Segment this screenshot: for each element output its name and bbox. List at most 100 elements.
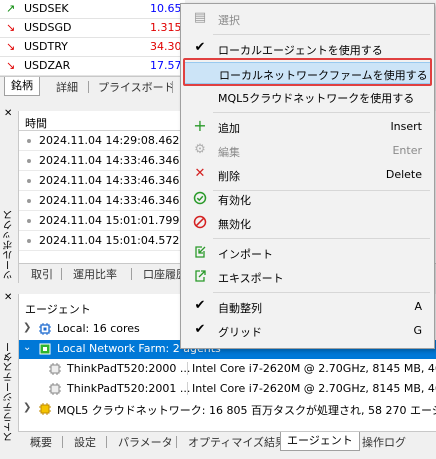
import-icon	[193, 245, 207, 259]
symbol-name: USDSGD	[24, 21, 72, 34]
menu-item-label: インポート	[218, 248, 273, 261]
tab-symbols[interactable]: 銘柄	[4, 77, 40, 96]
symbol-row[interactable]: ↘ USDSGD 1.315	[0, 19, 185, 38]
menu-item-edit[interactable]: ⚙ 編集 Enter	[183, 140, 432, 162]
bullet-icon	[27, 179, 31, 183]
tab-divider	[176, 436, 177, 448]
journal-time: 2024.11.04 14:33:46.346	[39, 174, 180, 187]
menu-item-import[interactable]: インポート	[183, 242, 432, 264]
tab-divider	[131, 268, 132, 280]
tab-price-board[interactable]: プライスボード	[92, 79, 181, 95]
symbol-name: USDZAR	[24, 59, 71, 72]
menu-item-label: 削除	[218, 170, 240, 183]
cpu-icon	[49, 383, 61, 395]
close-icon[interactable]: ✕	[4, 108, 12, 119]
menu-item-grid[interactable]: ✔ グリッド G	[183, 320, 432, 342]
menu-item-use-local-agents[interactable]: ✔ ローカルエージェントを使用する	[183, 38, 432, 60]
shortcut-label: G	[413, 324, 422, 337]
enable-icon	[193, 191, 207, 205]
toolbox-label: ツールボックス	[4, 210, 15, 280]
context-menu: ▤ 選択 ✔ ローカルエージェントを使用する ローカルネットワークファームを使用…	[180, 3, 435, 349]
chevron-down-icon[interactable]: ⌄	[23, 342, 31, 353]
agent-hardware: Intel Core i7-2620M @ 2.70GHz, 8145 MB, …	[187, 382, 436, 395]
down-arrow-icon: ↘	[6, 40, 16, 53]
tab-overview[interactable]: 概要	[24, 434, 58, 450]
select-icon: ▤	[193, 10, 207, 25]
menu-item-add[interactable]: + 追加 Insert	[183, 116, 432, 138]
tab-exposure[interactable]: 運用比率	[67, 266, 123, 282]
tab-details[interactable]: 詳細	[50, 79, 84, 95]
plus-icon: +	[193, 116, 207, 135]
tab-operation-log[interactable]: 操作ログ	[356, 434, 412, 450]
cloud-icon	[39, 403, 51, 415]
bullet-icon	[27, 219, 31, 223]
cpu-icon	[39, 323, 51, 335]
symbol-row[interactable]: ↘ USDZAR 17.57	[0, 57, 185, 76]
tester-tabs: 概要 設定 パラメータ オプティマイズ結果 エージェント 操作ログ	[18, 431, 436, 451]
symbol-price: 1.315	[150, 21, 182, 34]
menu-separator	[213, 238, 430, 239]
agent-row-cloud[interactable]: ❯ MQL5 クラウドネットワーク: 16 805 百万タスクが処理され, 58…	[19, 400, 436, 419]
shortcut-label: A	[414, 300, 422, 313]
farm-icon	[39, 343, 51, 355]
menu-item-label: MQL5クラウドネットワークを使用する	[218, 92, 415, 105]
menu-separator	[213, 292, 430, 293]
tab-divider	[106, 436, 107, 448]
symbol-name: USDSEK	[24, 2, 69, 15]
shortcut-label: Insert	[390, 120, 422, 133]
cpu-icon	[49, 363, 61, 375]
menu-item-label: 編集	[218, 146, 240, 159]
menu-item-label: 有効化	[218, 194, 251, 207]
symbol-row[interactable]: ↗ USDSEK 10.655	[0, 0, 189, 19]
agent-name: ThinkPadT520:2000 ...	[67, 362, 191, 375]
down-arrow-icon: ↘	[6, 59, 16, 72]
menu-item-label: エキスポート	[218, 272, 284, 285]
tab-trade[interactable]: 取引	[25, 266, 59, 282]
tab-agents[interactable]: エージェント	[280, 432, 360, 451]
check-icon: ✔	[194, 40, 206, 55]
menu-item-label: 無効化	[218, 218, 251, 231]
tab-parameters[interactable]: パラメータ	[112, 434, 179, 450]
agent-row-node[interactable]: ThinkPadT520:2000 ... Intel Core i7-2620…	[19, 360, 436, 379]
disable-icon	[193, 215, 207, 229]
check-icon: ✔	[194, 298, 206, 313]
status-strip	[0, 451, 436, 459]
bullet-icon	[27, 199, 31, 203]
menu-separator	[213, 34, 430, 35]
bullet-icon	[27, 239, 31, 243]
menu-item-export[interactable]: エキスポート	[183, 266, 432, 288]
menu-item-label: グリッド	[218, 326, 262, 339]
agent-name: Local: 16 cores	[57, 322, 140, 335]
agent-name: MQL5 クラウドネットワーク: 16 805 百万タスクが処理され, 58 2…	[57, 404, 436, 417]
tab-divider	[61, 268, 62, 280]
close-icon[interactable]: ✕	[4, 292, 12, 303]
menu-item-label: 追加	[218, 122, 240, 135]
tab-optimization-results[interactable]: オプティマイズ結果	[182, 434, 292, 450]
bullet-icon	[27, 159, 31, 163]
menu-item-select[interactable]: ▤ 選択	[183, 8, 432, 30]
journal-time: 2024.11.04 15:01:01.799	[39, 214, 180, 227]
check-icon: ✔	[194, 322, 206, 337]
shortcut-label: Enter	[392, 144, 422, 157]
menu-item-auto-arrange[interactable]: ✔ 自動整列 A	[183, 296, 432, 318]
menu-item-enable[interactable]: 有効化	[183, 188, 432, 210]
menu-separator	[213, 112, 430, 113]
menu-item-label: ローカルエージェントを使用する	[218, 44, 383, 57]
tab-divider	[88, 81, 89, 93]
tab-divider	[62, 436, 63, 448]
agent-hardware: Intel Core i7-2620M @ 2.70GHz, 8145 MB, …	[187, 362, 436, 375]
highlight-annotation	[183, 58, 432, 86]
symbol-row[interactable]: ↘ USDTRY 34.309	[0, 38, 189, 57]
chevron-right-icon[interactable]: ❯	[23, 402, 31, 413]
journal-time: 2024.11.04 15:01:04.572	[39, 234, 180, 247]
menu-item-disable[interactable]: 無効化	[183, 212, 432, 234]
journal-time: 2024.11.04 14:33:46.346	[39, 194, 180, 207]
menu-item-use-mql5-cloud[interactable]: MQL5クラウドネットワークを使用する	[183, 86, 432, 108]
chevron-right-icon[interactable]: ❯	[23, 322, 31, 333]
agent-row-node[interactable]: ThinkPadT520:2001 ... Intel Core i7-2620…	[19, 380, 436, 399]
menu-item-label: 自動整列	[218, 302, 262, 315]
menu-item-delete[interactable]: ✕ 削除 Delete	[183, 164, 432, 186]
market-watch-tabs: 銘柄 詳細 プライスボード テ	[0, 76, 191, 96]
shortcut-label: Delete	[385, 168, 422, 181]
tab-settings[interactable]: 設定	[68, 434, 102, 450]
